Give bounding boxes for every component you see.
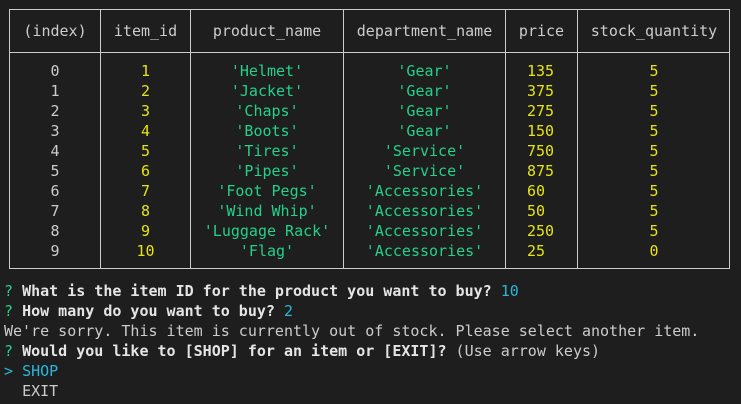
cell-department-name: 'Gear' xyxy=(397,102,452,120)
cell-department-name: 'Service' xyxy=(383,162,466,180)
cell-stock-quantity: 5 xyxy=(649,142,659,160)
cell-item-id: 1 xyxy=(140,62,151,80)
cell-product-name: 'Helmet' xyxy=(230,62,304,80)
out-of-stock-message: We're sorry. This item is currently out … xyxy=(4,322,700,340)
cell-department-name: 'Service' xyxy=(383,142,466,160)
cell-item-id: 6 xyxy=(140,162,151,180)
cell-index: 8 xyxy=(50,222,60,240)
cell-index: 3 xyxy=(50,122,60,140)
cell-stock-quantity: 5 xyxy=(649,222,659,240)
cell-product-name: 'Pipes' xyxy=(235,162,299,180)
cell-price: 150 xyxy=(527,122,555,140)
prompt-item-id: ? What is the item ID for the product yo… xyxy=(4,281,519,301)
choice-shop[interactable]: > SHOP xyxy=(4,361,58,381)
column-stock-quantity: 5 5 5 5 5 5 5 5 5 0 xyxy=(578,61,730,261)
pointer-icon: > xyxy=(4,362,14,380)
cell-stock-quantity: 5 xyxy=(649,202,659,220)
cell-product-name: 'Flag' xyxy=(239,242,295,260)
cell-price: 50 xyxy=(527,202,546,220)
cell-price: 60 xyxy=(527,182,546,200)
cell-index: 5 xyxy=(50,162,60,180)
header-index: (index) xyxy=(23,22,87,40)
cell-index: 4 xyxy=(50,142,60,160)
cell-item-id: 7 xyxy=(140,182,151,200)
choice-label: EXIT xyxy=(22,382,59,400)
prompt-hint: (Use arrow keys) xyxy=(455,342,601,360)
cell-stock-quantity: 5 xyxy=(649,62,659,80)
prompt-question: What is the item ID for the product you … xyxy=(22,282,492,300)
header-product-name: product_name xyxy=(212,22,322,40)
cell-product-name: 'Foot Pegs' xyxy=(217,182,317,200)
column-divider xyxy=(505,10,506,268)
cell-price: 135 xyxy=(527,62,555,80)
cell-price: 275 xyxy=(527,102,555,120)
cell-stock-quantity: 5 xyxy=(649,162,659,180)
cell-stock-quantity: 5 xyxy=(649,82,659,100)
console-table: (index) item_id product_name department_… xyxy=(9,9,730,269)
cell-department-name: 'Accessories' xyxy=(365,242,484,260)
cell-product-name: 'Jacket' xyxy=(230,82,304,100)
cell-price: 875 xyxy=(527,162,555,180)
question-mark-icon: ? xyxy=(4,302,14,320)
header-department-name: department_name xyxy=(356,22,493,40)
cell-index: 9 xyxy=(50,242,60,260)
cell-product-name: 'Wind Whip' xyxy=(217,202,317,220)
cell-product-name: 'Boots' xyxy=(235,122,299,140)
cell-department-name: 'Accessories' xyxy=(365,182,484,200)
cell-department-name: 'Gear' xyxy=(397,62,452,80)
header-item-id: item_id xyxy=(113,22,178,40)
cell-department-name: 'Gear' xyxy=(397,82,452,100)
cell-item-id: 9 xyxy=(140,222,151,240)
cell-price: 750 xyxy=(527,142,555,160)
cell-price: 375 xyxy=(527,82,555,100)
cell-index: 2 xyxy=(50,102,60,120)
prompt-shop-or-exit: ? Would you like to [SHOP] for an item o… xyxy=(4,341,600,361)
question-mark-icon: ? xyxy=(4,282,14,300)
cell-stock-quantity: 5 xyxy=(649,182,659,200)
choice-label: SHOP xyxy=(22,362,59,380)
prompt-question: Would you like to [SHOP] for an item or … xyxy=(22,342,447,360)
column-price: 135 375 275 150 750 875 60 50 250 25 xyxy=(527,61,577,261)
cell-index: 7 xyxy=(50,202,60,220)
cell-index: 0 xyxy=(50,62,60,80)
choice-exit[interactable]: EXIT xyxy=(4,381,58,401)
cell-item-id: 5 xyxy=(140,142,151,160)
column-department-name: 'Gear' 'Gear' 'Gear' 'Gear' 'Service' 'S… xyxy=(344,61,505,261)
prompt-answer: 2 xyxy=(283,302,293,320)
cell-department-name: 'Accessories' xyxy=(365,222,484,240)
cell-department-name: 'Accessories' xyxy=(365,202,484,220)
cell-index: 1 xyxy=(50,82,60,100)
cell-stock-quantity: 0 xyxy=(649,242,659,260)
cell-item-id: 10 xyxy=(136,242,155,260)
cell-item-id: 2 xyxy=(140,82,151,100)
header-stock-quantity: stock_quantity xyxy=(590,22,718,40)
cell-price: 25 xyxy=(527,242,546,260)
header-price: price xyxy=(518,22,565,40)
prompt-question: How many do you want to buy? xyxy=(22,302,275,320)
column-item-id: 1 2 3 4 5 6 7 8 9 10 xyxy=(101,61,190,261)
cell-product-name: 'Luggage Rack' xyxy=(203,222,331,240)
cell-stock-quantity: 5 xyxy=(649,122,659,140)
cell-stock-quantity: 5 xyxy=(649,102,659,120)
cell-price: 250 xyxy=(527,222,555,240)
question-mark-icon: ? xyxy=(4,342,14,360)
cell-product-name: 'Chaps' xyxy=(235,102,299,120)
cell-item-id: 3 xyxy=(140,102,151,120)
prompt-quantity: ? How many do you want to buy? 2 xyxy=(4,301,293,321)
cell-item-id: 8 xyxy=(140,202,151,220)
cell-product-name: 'Tires' xyxy=(235,142,299,160)
cell-department-name: 'Gear' xyxy=(397,122,452,140)
cell-index: 6 xyxy=(50,182,60,200)
column-product-name: 'Helmet' 'Jacket' 'Chaps' 'Boots' 'Tires… xyxy=(191,61,343,261)
prompt-answer: 10 xyxy=(500,282,519,300)
cell-item-id: 4 xyxy=(140,122,151,140)
header-divider xyxy=(10,52,729,53)
column-index: 0 1 2 3 4 5 6 7 8 9 xyxy=(10,61,100,261)
